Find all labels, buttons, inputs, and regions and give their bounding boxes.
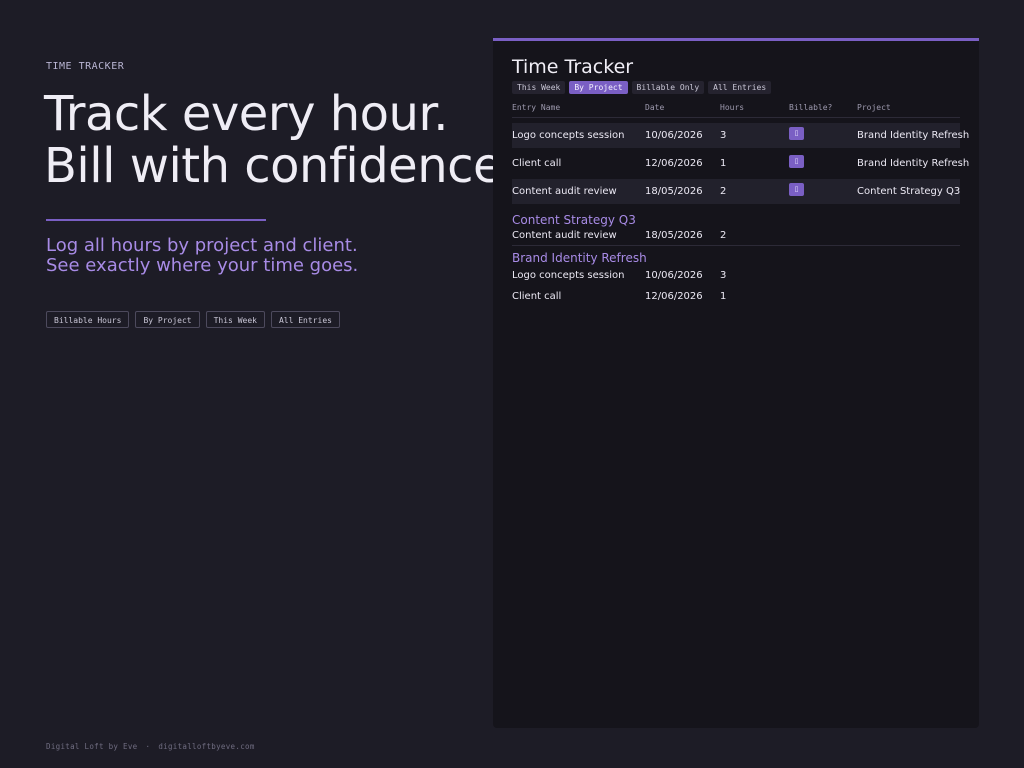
footer-separator: · xyxy=(145,742,151,751)
group-heading-content-strategy[interactable]: Content Strategy Q3 xyxy=(512,213,636,227)
column-header-date[interactable]: Date xyxy=(645,103,664,112)
eyebrow-label: TIME TRACKER xyxy=(46,61,125,72)
headline-line-2: Bill with confidence. xyxy=(44,138,517,194)
entry-name-cell: Client call xyxy=(512,158,562,169)
group-entry-name[interactable]: Logo concepts session xyxy=(512,270,624,281)
table-row[interactable]: Content audit review 18/05/2026 2 ▯ Cont… xyxy=(512,179,960,204)
group-entry-name[interactable]: Content audit review xyxy=(512,230,617,241)
tab-this-week[interactable]: This Week xyxy=(512,81,566,94)
billable-checkbox-icon[interactable]: ▯ xyxy=(789,155,804,168)
entry-name-cell: Logo concepts session xyxy=(512,130,625,141)
date-cell: 12/06/2026 xyxy=(645,158,703,169)
group-entry-hours: 3 xyxy=(720,270,727,281)
chip-this-week: This Week xyxy=(205,311,265,328)
footer: Digital Loft by Eve · digitalloftbyeve.com xyxy=(46,742,255,751)
hours-cell: 1 xyxy=(720,158,727,169)
chip-by-project: By Project xyxy=(135,311,200,328)
entry-name-cell: Content audit review xyxy=(512,186,617,197)
footer-brand: Digital Loft by Eve xyxy=(46,742,138,751)
hours-cell: 2 xyxy=(720,186,727,197)
accent-divider xyxy=(46,219,266,221)
date-cell: 10/06/2026 xyxy=(645,130,703,141)
table-row[interactable]: Client call 12/06/2026 1 ▯ Brand Identit… xyxy=(512,151,969,176)
header-divider xyxy=(512,117,960,118)
group-entry-name[interactable]: Client call xyxy=(512,291,561,302)
group-divider xyxy=(512,245,960,246)
project-cell: Brand Identity Refresh xyxy=(857,130,970,141)
tab-by-project[interactable]: By Project xyxy=(569,81,628,94)
group-entry-date: 10/06/2026 xyxy=(645,270,703,281)
group-entry-date: 18/05/2026 xyxy=(645,230,703,241)
column-header-billable[interactable]: Billable? xyxy=(789,103,832,112)
feature-chips: Billable Hours By Project This Week All … xyxy=(46,311,340,328)
headline: Track every hour. Bill with confidence. xyxy=(44,88,517,192)
column-header-entry-name[interactable]: Entry Name xyxy=(512,103,560,112)
hours-cell: 3 xyxy=(720,130,727,141)
time-tracker-panel: Time Tracker This Week By Project Billab… xyxy=(493,38,979,728)
chip-billable-hours: Billable Hours xyxy=(46,311,130,328)
subheadline-line-1: Log all hours by project and client. xyxy=(46,235,358,256)
panel-title: Time Tracker xyxy=(512,56,634,78)
tab-billable-only[interactable]: Billable Only xyxy=(631,81,705,94)
group-entry-hours: 2 xyxy=(720,230,727,241)
billable-checkbox-icon[interactable]: ▯ xyxy=(789,127,804,140)
subheadline: Log all hours by project and client. See… xyxy=(46,236,358,276)
subheadline-line-2: See exactly where your time goes. xyxy=(46,255,359,276)
group-entry-hours: 1 xyxy=(720,291,727,302)
tab-all-entries[interactable]: All Entries xyxy=(708,81,772,94)
footer-url[interactable]: digitalloftbyeve.com xyxy=(158,742,254,751)
column-header-hours[interactable]: Hours xyxy=(720,103,744,112)
project-cell: Brand Identity Refresh xyxy=(857,158,970,169)
column-header-project[interactable]: Project xyxy=(857,103,891,112)
view-tabs: This Week By Project Billable Only All E… xyxy=(512,81,772,94)
group-heading-brand-identity[interactable]: Brand Identity Refresh xyxy=(512,251,647,265)
headline-line-1: Track every hour. xyxy=(44,86,449,142)
project-cell: Content Strategy Q3 xyxy=(857,186,961,197)
table-row[interactable]: Logo concepts session 10/06/2026 3 ▯ Bra… xyxy=(512,123,969,148)
date-cell: 18/05/2026 xyxy=(645,186,703,197)
group-entry-date: 12/06/2026 xyxy=(645,291,703,302)
chip-all-entries: All Entries xyxy=(270,311,340,328)
billable-checkbox-icon[interactable]: ▯ xyxy=(789,183,804,196)
